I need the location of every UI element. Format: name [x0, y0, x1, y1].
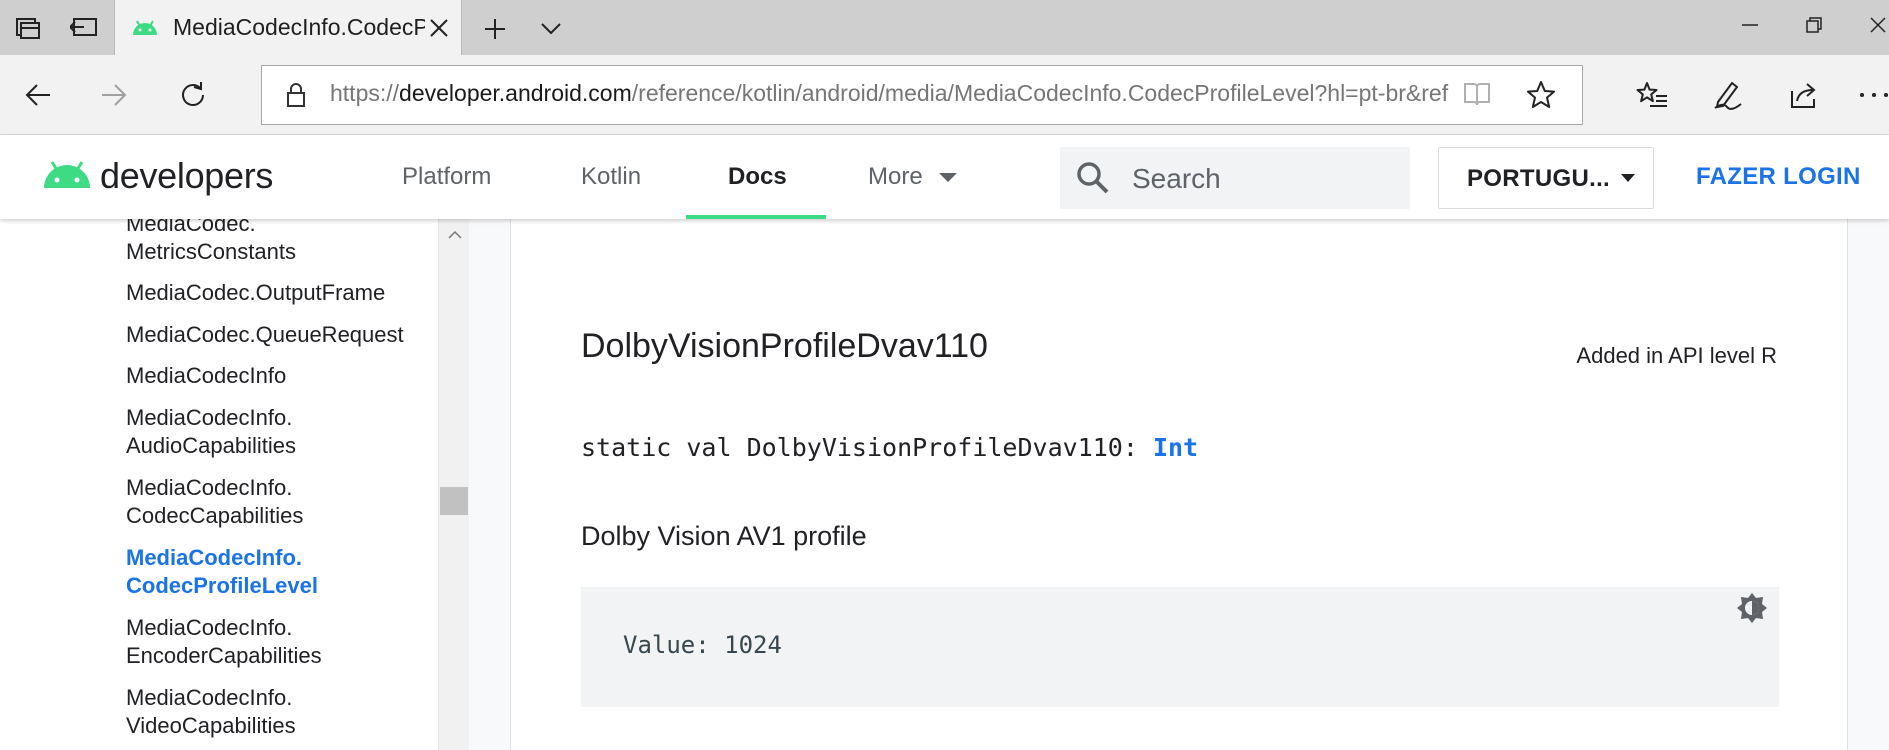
nav-more-label: More	[868, 163, 923, 190]
constant-heading: DolbyVisionProfileDvav110	[581, 327, 988, 365]
url-text[interactable]: https://developer.android.com/reference/…	[330, 80, 1460, 107]
url-host: developer.android.com	[399, 80, 632, 106]
leftnav-item[interactable]: MediaCodecInfo. CodecCapabilities	[126, 474, 303, 530]
logo-text: developers	[100, 155, 274, 196]
close-window-icon[interactable]	[1858, 8, 1889, 42]
leftnav-item[interactable]: MediaCodec.QueueRequest	[126, 321, 404, 349]
api-level-label: Added in API level R	[1576, 343, 1777, 368]
nav-more[interactable]: More	[868, 163, 958, 191]
set-tabs-aside-icon[interactable]	[66, 10, 102, 46]
leftnav-item[interactable]: MediaCodecInfo. AudioCapabilities	[126, 404, 296, 460]
leftnav-item[interactable]: MediaCodec. MetricsConstants	[126, 219, 296, 266]
leftnav-item-line: CodecProfileLevel	[126, 573, 318, 598]
description: Dolby Vision AV1 profile	[581, 521, 867, 551]
close-tab-icon[interactable]	[425, 14, 453, 42]
leftnav-item-line: MediaCodecInfo.	[126, 475, 293, 500]
minimize-icon[interactable]	[1730, 8, 1770, 42]
favorites-list-icon[interactable]	[1630, 73, 1674, 117]
left-nav-scrollbar[interactable]	[438, 219, 469, 750]
caret-down-icon	[939, 173, 958, 183]
theme-toggle-icon[interactable]	[1735, 591, 1769, 630]
content-gutter	[469, 219, 510, 750]
int-type-link[interactable]: Int	[1153, 433, 1198, 462]
leftnav-item[interactable]: MediaCodecInfo. EncoderCapabilities	[126, 614, 322, 670]
language-label: PORTUGU...	[1467, 165, 1611, 192]
search-icon[interactable]	[1076, 161, 1110, 200]
url-scheme: https://	[330, 80, 400, 106]
content-gutter-right	[1848, 219, 1889, 750]
tab-actions-icon[interactable]	[10, 10, 46, 46]
leftnav-item-line: AudioCapabilities	[126, 433, 296, 458]
refresh-icon[interactable]	[171, 73, 215, 117]
nav-docs[interactable]: Docs	[728, 163, 787, 191]
code-value: Value: 1024	[623, 631, 782, 659]
leftnav-item-line: MediaCodecInfo	[126, 363, 287, 388]
leftnav-item-line: MediaCodecInfo.	[126, 615, 293, 640]
leftnav-item[interactable]: MediaCodecInfo	[126, 362, 286, 390]
developers-logo[interactable]: developers	[42, 155, 273, 197]
url-path: /reference/kotlin/android/media/MediaCod…	[631, 80, 1449, 106]
browser-toolbar: https://developer.android.com/reference/…	[0, 55, 1889, 135]
main-content: DolbyVisionProfileDvav110 Added in API l…	[510, 219, 1848, 750]
leftnav-item-line: VideoCapabilities	[126, 713, 296, 738]
caret-down-icon	[1621, 174, 1635, 182]
leftnav-item-line: CodecCapabilities	[126, 503, 304, 528]
language-selector[interactable]: PORTUGU...	[1438, 147, 1654, 209]
code-block: Value: 1024	[581, 587, 1779, 707]
more-options-icon[interactable]	[1852, 73, 1889, 117]
share-icon[interactable]	[1782, 73, 1826, 117]
leftnav-item[interactable]: MediaCodec.OutputFrame	[126, 279, 385, 307]
left-navigation: MediaCodec. MetricsConstants MediaCodec.O…	[0, 219, 438, 750]
pen-notes-icon[interactable]	[1706, 73, 1750, 117]
signature-prefix: static val DolbyVisionProfileDvav110:	[581, 433, 1153, 462]
leftnav-item-line: MediaCodecInfo.	[126, 545, 303, 570]
scroll-up-chevron-icon[interactable]	[448, 227, 462, 245]
nav-platform[interactable]: Platform	[402, 163, 491, 191]
active-tab[interactable]: MediaCodecInfo.CodecProfileLevel	[114, 0, 462, 56]
new-tab-icon[interactable]	[478, 12, 512, 46]
login-link[interactable]: FAZER LOGIN	[1696, 163, 1861, 191]
active-tab-indicator	[686, 215, 826, 219]
tab-list-chevron-down-icon[interactable]	[534, 12, 568, 46]
tab-title: MediaCodecInfo.CodecProfileLevel	[173, 14, 425, 40]
lock-icon[interactable]	[286, 82, 306, 113]
leftnav-item-line: MediaCodec.QueueRequest	[126, 322, 404, 347]
browser-tab-strip: MediaCodecInfo.CodecProfileLevel	[0, 0, 1889, 56]
restore-window-icon[interactable]	[1794, 8, 1834, 42]
search-box[interactable]: Search	[1060, 147, 1410, 209]
back-arrow-icon[interactable]	[16, 73, 60, 117]
nav-kotlin[interactable]: Kotlin	[581, 163, 641, 191]
reading-view-icon[interactable]	[1462, 80, 1492, 113]
leftnav-item-active[interactable]: MediaCodecInfo. CodecProfileLevel	[126, 544, 318, 600]
signature: static val DolbyVisionProfileDvav110: In…	[581, 433, 1198, 462]
leftnav-item-line: MetricsConstants	[126, 239, 296, 264]
favorite-star-icon[interactable]	[1526, 80, 1556, 115]
android-favicon-icon	[131, 17, 159, 42]
address-bar[interactable]: https://developer.android.com/reference/…	[261, 65, 1583, 125]
leftnav-item-line: EncoderCapabilities	[126, 643, 322, 668]
leftnav-item-line: MediaCodecInfo.	[126, 685, 293, 710]
site-header: developers Platform Kotlin Docs More Sea…	[0, 135, 1889, 219]
forward-arrow-icon[interactable]	[92, 73, 136, 117]
search-placeholder: Search	[1132, 163, 1221, 194]
leftnav-item-line: MediaCodecInfo.	[126, 405, 293, 430]
leftnav-item-line: MediaCodec.OutputFrame	[126, 280, 386, 305]
leftnav-item-line: MediaCodec.	[126, 219, 256, 236]
android-head-icon	[42, 158, 92, 195]
leftnav-item[interactable]: MediaCodecInfo. VideoCapabilities	[126, 684, 296, 740]
scrollbar-thumb[interactable]	[440, 487, 468, 515]
